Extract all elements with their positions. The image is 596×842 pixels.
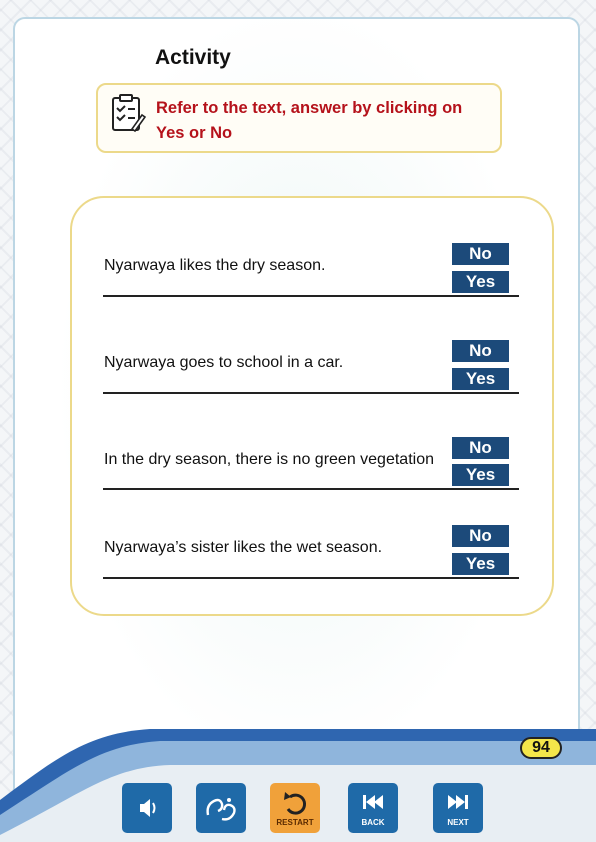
- yes-button[interactable]: Yes: [452, 464, 509, 486]
- restart-label: RESTART: [276, 818, 314, 827]
- question-row: Nyarwaya’s sister likes the wet season. …: [103, 525, 519, 585]
- no-button[interactable]: No: [452, 525, 509, 547]
- question-text: In the dry season, there is no green veg…: [104, 451, 434, 468]
- question-row: Nyarwaya goes to school in a car. No Yes: [103, 340, 519, 400]
- answer-divider: [103, 577, 519, 579]
- checklist-clipboard-icon: [112, 94, 146, 133]
- no-button[interactable]: No: [452, 243, 509, 265]
- question-text: Nyarwaya likes the dry season.: [104, 257, 326, 274]
- back-button[interactable]: BACK: [348, 783, 398, 833]
- yes-button[interactable]: Yes: [452, 368, 509, 390]
- answer-divider: [103, 295, 519, 297]
- instruction-box: Refer to the text, answer by clicking on…: [96, 83, 502, 153]
- question-row: In the dry season, there is no green veg…: [103, 437, 519, 497]
- answer-divider: [103, 488, 519, 490]
- no-button[interactable]: No: [452, 340, 509, 362]
- question-text: Nyarwaya goes to school in a car.: [104, 354, 344, 371]
- next-button[interactable]: NEXT: [433, 783, 483, 833]
- speaker-icon: [140, 799, 156, 817]
- sign-language-icon: [206, 798, 236, 821]
- back-label: BACK: [361, 818, 385, 827]
- restart-button[interactable]: RESTART: [270, 783, 320, 833]
- yes-button[interactable]: Yes: [452, 553, 509, 575]
- instruction-text: Refer to the text, answer by clicking on…: [156, 99, 463, 142]
- audio-button[interactable]: [122, 783, 172, 833]
- page-number-badge: 94: [520, 737, 562, 759]
- question-row: Nyarwaya likes the dry season. No Yes: [103, 243, 519, 303]
- yes-button[interactable]: Yes: [452, 271, 509, 293]
- answer-divider: [103, 392, 519, 394]
- next-label: NEXT: [447, 818, 469, 827]
- no-button[interactable]: No: [452, 437, 509, 459]
- question-text: Nyarwaya’s sister likes the wet season.: [104, 539, 383, 556]
- activity-title: Activity: [155, 46, 231, 69]
- sign-language-button[interactable]: [196, 783, 246, 833]
